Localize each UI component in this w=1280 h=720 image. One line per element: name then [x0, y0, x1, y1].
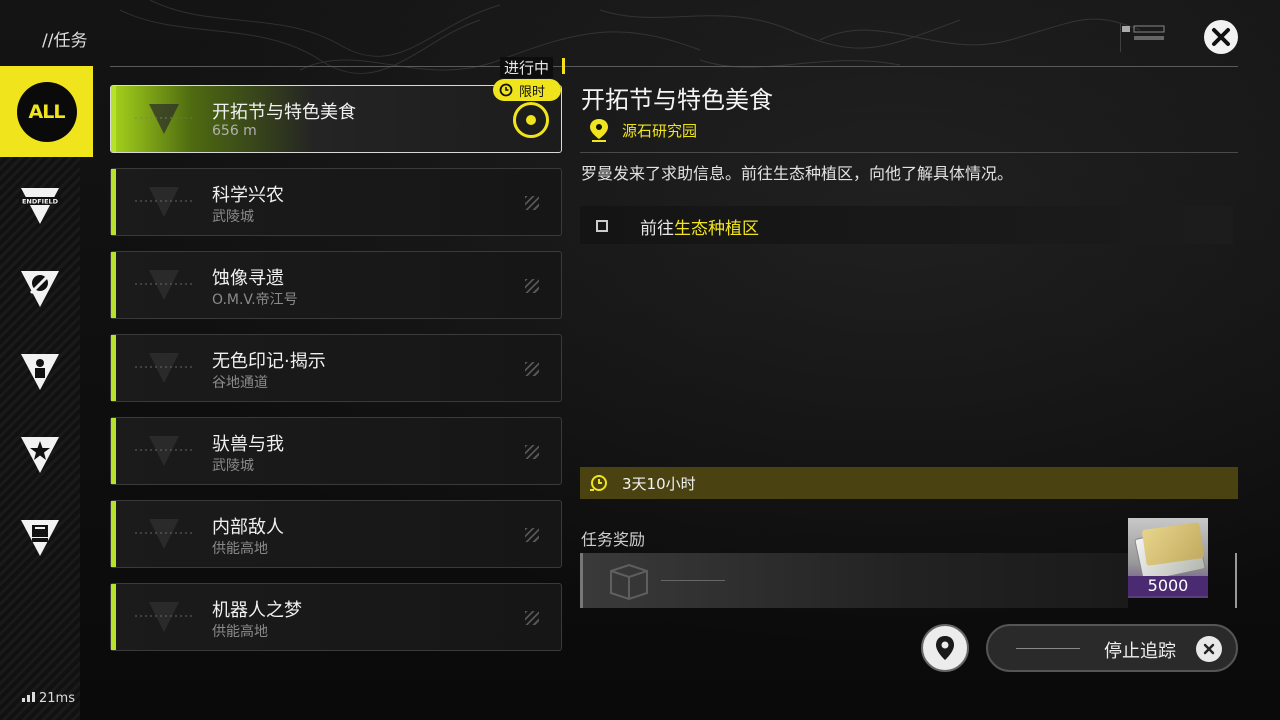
quest-location-name: 源石研究园	[622, 121, 698, 140]
quest-location: 供能高地	[212, 541, 268, 557]
star-icon	[21, 437, 59, 473]
category-event-button[interactable]	[0, 502, 80, 572]
quest-location: 武陵城	[212, 458, 254, 474]
quest-detail-title: 开拓节与特色美食	[581, 86, 773, 114]
reward-box-icon	[610, 563, 648, 601]
button-deco-line	[1016, 648, 1080, 649]
quest-emblem-icon	[135, 519, 193, 549]
endfield-icon: ENDFIELD	[19, 188, 61, 224]
quest-location: O.M.V.帝江号	[212, 292, 298, 308]
header-divider	[110, 66, 1238, 67]
quest-distance: 656 m	[212, 123, 257, 139]
quest-emblem-icon	[135, 353, 193, 383]
time-remaining-text: 3天10小时	[622, 474, 696, 493]
category-star-button[interactable]	[0, 419, 80, 489]
quest-item[interactable]: 无色印记·揭示 谷地通道	[110, 334, 562, 402]
stop-tracking-button[interactable]: 停止追踪	[986, 624, 1238, 672]
reward-quantity: 5000	[1128, 576, 1208, 596]
status-label: 进行中	[500, 57, 554, 78]
quest-item[interactable]: 蚀像寻遗 O.M.V.帝江号	[110, 251, 562, 319]
svg-text:ENDFIELD: ENDFIELD	[22, 198, 59, 206]
calendar-icon	[21, 520, 59, 556]
signal-strength-icon	[22, 692, 35, 702]
location-pin-icon	[590, 119, 608, 142]
quest-accent	[111, 501, 116, 567]
objective-prefix: 前往	[640, 219, 674, 239]
status-marker	[562, 58, 565, 74]
quest-location-row: 源石研究园	[588, 118, 697, 142]
category-character-button[interactable]	[0, 336, 80, 406]
network-latency: 21ms	[39, 691, 75, 706]
objective-highlight: 生态种植区	[674, 219, 759, 239]
category-sidebar: ALL ENDFIELD	[0, 66, 93, 720]
quest-name: 无色印记·揭示	[212, 351, 326, 372]
map-locate-button[interactable]	[921, 624, 969, 672]
quest-hatch-decoration	[525, 196, 539, 210]
detail-divider	[580, 152, 1238, 153]
quest-name: 蚀像寻遗	[212, 268, 284, 289]
stop-tracking-label: 停止追踪	[1104, 641, 1176, 662]
quest-accent	[111, 86, 116, 152]
quest-item[interactable]: 科学兴农 武陵城	[110, 168, 562, 236]
quest-item[interactable]: 机器人之梦 供能高地	[110, 583, 562, 651]
quest-location: 供能高地	[212, 624, 268, 640]
quest-item[interactable]: 内部敌人 供能高地	[110, 500, 562, 568]
reward-track	[580, 553, 1128, 608]
quest-emblem-icon	[135, 104, 193, 134]
category-endfield-button[interactable]: ENDFIELD	[0, 170, 80, 240]
quest-location: 谷地通道	[212, 375, 268, 391]
quest-accent	[111, 418, 116, 484]
objective-text: 前往生态种植区	[640, 214, 759, 239]
limited-time-badge: 限时	[493, 79, 561, 101]
quest-name: 科学兴农	[212, 185, 284, 206]
quest-emblem-icon	[135, 270, 193, 300]
quest-location: 武陵城	[212, 209, 254, 225]
quest-hatch-decoration	[525, 279, 539, 293]
close-button[interactable]	[1204, 20, 1238, 54]
clock-icon	[499, 83, 513, 97]
category-wheel-button[interactable]	[0, 253, 80, 323]
clock-icon	[590, 475, 607, 491]
quest-hatch-decoration	[525, 528, 539, 542]
time-remaining-bar: 3天10小时	[580, 467, 1238, 499]
quest-name: 驮兽与我	[212, 434, 284, 455]
quest-description: 罗曼发来了求助信息。前往生态种植区，向他了解具体情况。	[581, 164, 1014, 183]
quest-hatch-decoration	[525, 611, 539, 625]
reward-label: 任务奖励	[581, 530, 646, 549]
quest-item[interactable]: 驮兽与我 武陵城	[110, 417, 562, 485]
quest-hatch-decoration	[525, 445, 539, 459]
map-pin-icon	[936, 636, 954, 660]
quest-emblem-icon	[135, 436, 193, 466]
quest-accent	[111, 584, 116, 650]
quest-hatch-decoration	[525, 362, 539, 376]
reward-track-line	[661, 580, 725, 581]
all-icon: ALL	[16, 81, 77, 142]
close-icon	[1212, 28, 1230, 46]
quest-accent	[111, 335, 116, 401]
quest-name: 内部敌人	[212, 517, 284, 538]
category-all-button[interactable]: ALL	[0, 66, 93, 157]
wheel-icon	[21, 271, 59, 307]
tracking-dot	[526, 115, 536, 125]
quest-emblem-icon	[135, 187, 193, 217]
reward-item-currency[interactable]: 5000	[1128, 518, 1208, 598]
quest-accent	[111, 169, 116, 235]
page-title: //任务	[42, 31, 88, 51]
objective-checkbox-icon	[596, 220, 608, 232]
person-icon	[21, 354, 59, 390]
quest-accent	[111, 252, 116, 318]
quest-item[interactable]: 开拓节与特色美食 656 m 限时	[110, 79, 562, 153]
tracking-target-icon[interactable]	[513, 102, 549, 138]
quest-name: 机器人之梦	[212, 600, 302, 621]
quest-name: 开拓节与特色美食	[212, 102, 356, 123]
quest-emblem-icon	[135, 602, 193, 632]
limited-time-label: 限时	[519, 84, 546, 100]
close-icon	[1196, 636, 1222, 662]
system-status-icon	[1120, 24, 1165, 52]
reward-track-end	[1235, 553, 1237, 608]
quest-objective: 前往生态种植区	[580, 206, 1233, 244]
